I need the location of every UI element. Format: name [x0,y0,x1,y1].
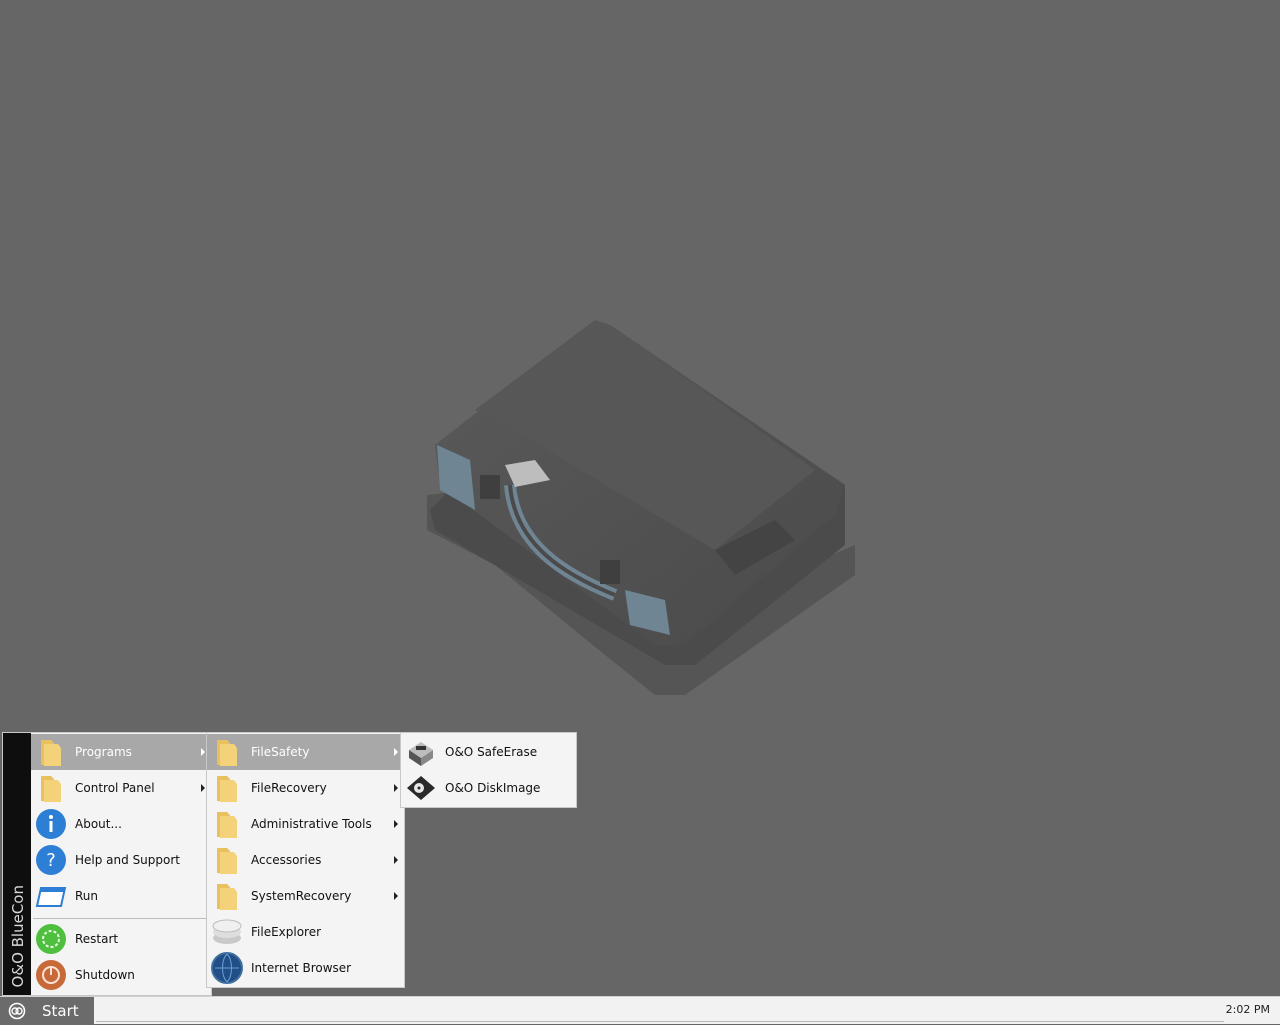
safeerase-icon [405,736,437,768]
oo-logo-icon [8,1002,26,1020]
submenu-arrow-icon [394,784,398,792]
folder-icon [211,736,243,768]
folder-icon [211,880,243,912]
menu-item-administrative-tools[interactable]: Administrative Tools [207,806,404,842]
menu-item-oo-safeerase[interactable]: O&O SafeErase [401,734,576,770]
menu-item-programs[interactable]: Programs [31,734,211,770]
task-area [96,1002,1224,1022]
menu-item-systemrecovery[interactable]: SystemRecovery [207,878,404,914]
start-button[interactable]: Start [0,997,94,1025]
globe-icon [211,952,243,984]
menu-item-label: FileRecovery [251,781,327,795]
taskbar: Start 2:02 PM [0,996,1280,1025]
menu-item-fileexplorer[interactable]: FileExplorer [207,914,404,950]
menu-item-label: Control Panel [75,781,155,795]
folder-icon [211,808,243,840]
shutdown-icon [35,959,67,991]
svg-text:?: ? [46,850,56,871]
submenu-arrow-icon [201,784,205,792]
menu-item-shutdown[interactable]: Shutdown [31,957,211,993]
menu-item-label: Help and Support [75,853,180,867]
menu-item-label: Administrative Tools [251,817,372,831]
menu-item-label: Internet Browser [251,961,352,975]
menu-item-about[interactable]: About... [31,806,211,842]
menu-item-label: Shutdown [75,968,135,982]
submenu-arrow-icon [394,892,398,900]
menu-item-internet-browser[interactable]: Internet Browser [207,950,404,986]
menu-item-help-and-support[interactable]: ? Help and Support [31,842,211,878]
submenu-arrow-icon [394,820,398,828]
menu-item-accessories[interactable]: Accessories [207,842,404,878]
folder-icon [35,736,67,768]
brand-strip: O&O BlueCon [3,733,31,995]
menu-item-control-panel[interactable]: Control Panel [31,770,211,806]
diskimage-icon [405,772,437,804]
menu-item-restart[interactable]: Restart [31,921,211,957]
menu-item-label: O&O SafeErase [445,745,538,759]
filesafety-submenu: O&O SafeErase O&O DiskImage [400,732,577,808]
run-window-icon [35,880,67,912]
menu-item-run[interactable]: Run [31,878,211,914]
start-label: Start [42,1002,79,1020]
submenu-arrow-icon [394,748,398,756]
folder-icon [35,772,67,804]
start-menu: O&O BlueCon Programs Control Panel About… [2,732,212,996]
menu-item-label: FileExplorer [251,925,322,939]
menu-item-label: Accessories [251,853,322,867]
info-icon [35,808,67,840]
menu-item-filesafety[interactable]: FileSafety [207,734,404,770]
restart-icon [35,923,67,955]
menu-item-label: About... [75,817,122,831]
clock[interactable]: 2:02 PM [1226,1003,1270,1016]
submenu-arrow-icon [394,856,398,864]
briefcase-wallpaper-image [427,320,855,695]
menu-item-filerecovery[interactable]: FileRecovery [207,770,404,806]
folder-icon [211,772,243,804]
menu-item-label: Programs [75,745,132,759]
submenu-arrow-icon [201,748,205,756]
menu-item-label: SystemRecovery [251,889,352,903]
file-explorer-icon [211,916,243,948]
menu-item-oo-diskimage[interactable]: O&O DiskImage [401,770,576,806]
menu-item-label: O&O DiskImage [445,781,541,795]
menu-item-label: FileSafety [251,745,310,759]
menu-item-label: Run [75,889,99,903]
brand-label: O&O BlueCon [9,884,27,987]
help-icon: ? [35,844,67,876]
menu-separator [33,918,209,919]
menu-item-label: Restart [75,932,119,946]
folder-icon [211,844,243,876]
programs-submenu: FileSafety FileRecovery Administrative T… [206,732,405,988]
